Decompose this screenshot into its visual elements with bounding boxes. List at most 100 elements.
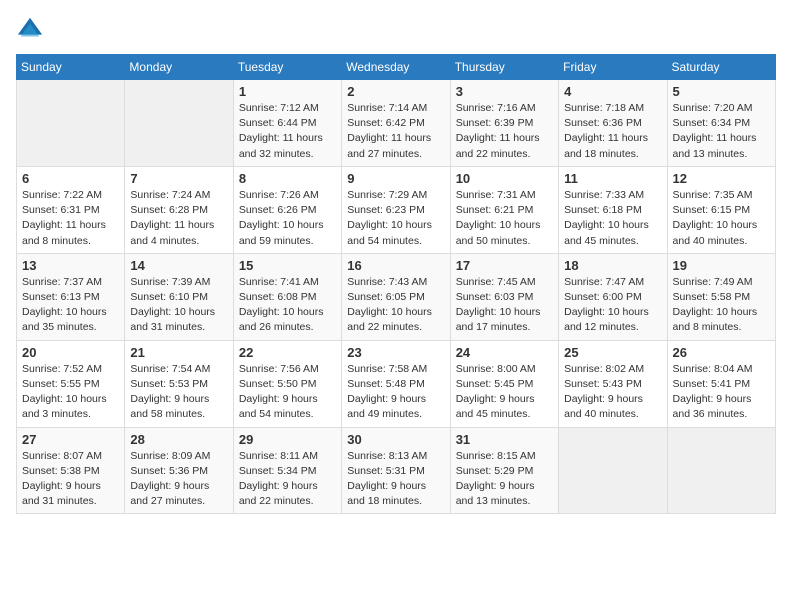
calendar-cell: 11 Sunrise: 7:33 AMSunset: 6:18 PMDaylig… xyxy=(559,166,667,253)
day-info: Sunrise: 7:52 AMSunset: 5:55 PMDaylight:… xyxy=(22,362,119,423)
day-number: 24 xyxy=(456,345,553,360)
header-saturday: Saturday xyxy=(667,55,775,80)
calendar-cell: 30 Sunrise: 8:13 AMSunset: 5:31 PMDaylig… xyxy=(342,427,450,514)
day-info: Sunrise: 7:24 AMSunset: 6:28 PMDaylight:… xyxy=(130,188,227,249)
header-tuesday: Tuesday xyxy=(233,55,341,80)
header-monday: Monday xyxy=(125,55,233,80)
day-info: Sunrise: 8:13 AMSunset: 5:31 PMDaylight:… xyxy=(347,449,444,510)
day-number: 31 xyxy=(456,432,553,447)
day-number: 3 xyxy=(456,84,553,99)
day-number: 5 xyxy=(673,84,770,99)
logo-icon xyxy=(16,16,44,44)
calendar-cell: 16 Sunrise: 7:43 AMSunset: 6:05 PMDaylig… xyxy=(342,253,450,340)
calendar-cell: 19 Sunrise: 7:49 AMSunset: 5:58 PMDaylig… xyxy=(667,253,775,340)
day-number: 17 xyxy=(456,258,553,273)
calendar-cell: 2 Sunrise: 7:14 AMSunset: 6:42 PMDayligh… xyxy=(342,80,450,167)
day-info: Sunrise: 7:39 AMSunset: 6:10 PMDaylight:… xyxy=(130,275,227,336)
day-number: 14 xyxy=(130,258,227,273)
calendar-cell: 22 Sunrise: 7:56 AMSunset: 5:50 PMDaylig… xyxy=(233,340,341,427)
calendar-cell: 21 Sunrise: 7:54 AMSunset: 5:53 PMDaylig… xyxy=(125,340,233,427)
calendar-cell: 7 Sunrise: 7:24 AMSunset: 6:28 PMDayligh… xyxy=(125,166,233,253)
day-info: Sunrise: 7:31 AMSunset: 6:21 PMDaylight:… xyxy=(456,188,553,249)
calendar-cell: 8 Sunrise: 7:26 AMSunset: 6:26 PMDayligh… xyxy=(233,166,341,253)
calendar-cell: 24 Sunrise: 8:00 AMSunset: 5:45 PMDaylig… xyxy=(450,340,558,427)
header-sunday: Sunday xyxy=(17,55,125,80)
calendar-cell: 27 Sunrise: 8:07 AMSunset: 5:38 PMDaylig… xyxy=(17,427,125,514)
calendar-cell: 9 Sunrise: 7:29 AMSunset: 6:23 PMDayligh… xyxy=(342,166,450,253)
day-info: Sunrise: 7:56 AMSunset: 5:50 PMDaylight:… xyxy=(239,362,336,423)
calendar-cell: 25 Sunrise: 8:02 AMSunset: 5:43 PMDaylig… xyxy=(559,340,667,427)
day-number: 6 xyxy=(22,171,119,186)
day-info: Sunrise: 8:02 AMSunset: 5:43 PMDaylight:… xyxy=(564,362,661,423)
header-wednesday: Wednesday xyxy=(342,55,450,80)
day-number: 9 xyxy=(347,171,444,186)
header-friday: Friday xyxy=(559,55,667,80)
calendar-cell: 12 Sunrise: 7:35 AMSunset: 6:15 PMDaylig… xyxy=(667,166,775,253)
calendar-cell: 10 Sunrise: 7:31 AMSunset: 6:21 PMDaylig… xyxy=(450,166,558,253)
day-number: 18 xyxy=(564,258,661,273)
day-number: 1 xyxy=(239,84,336,99)
week-row-4: 20 Sunrise: 7:52 AMSunset: 5:55 PMDaylig… xyxy=(17,340,776,427)
calendar-cell: 5 Sunrise: 7:20 AMSunset: 6:34 PMDayligh… xyxy=(667,80,775,167)
day-info: Sunrise: 7:12 AMSunset: 6:44 PMDaylight:… xyxy=(239,101,336,162)
day-number: 23 xyxy=(347,345,444,360)
calendar-cell: 3 Sunrise: 7:16 AMSunset: 6:39 PMDayligh… xyxy=(450,80,558,167)
day-info: Sunrise: 8:11 AMSunset: 5:34 PMDaylight:… xyxy=(239,449,336,510)
day-info: Sunrise: 7:35 AMSunset: 6:15 PMDaylight:… xyxy=(673,188,770,249)
day-number: 27 xyxy=(22,432,119,447)
day-number: 19 xyxy=(673,258,770,273)
calendar-cell xyxy=(667,427,775,514)
day-info: Sunrise: 8:00 AMSunset: 5:45 PMDaylight:… xyxy=(456,362,553,423)
day-info: Sunrise: 7:47 AMSunset: 6:00 PMDaylight:… xyxy=(564,275,661,336)
day-info: Sunrise: 7:41 AMSunset: 6:08 PMDaylight:… xyxy=(239,275,336,336)
calendar-cell xyxy=(17,80,125,167)
day-info: Sunrise: 7:37 AMSunset: 6:13 PMDaylight:… xyxy=(22,275,119,336)
day-info: Sunrise: 7:18 AMSunset: 6:36 PMDaylight:… xyxy=(564,101,661,162)
calendar-cell: 20 Sunrise: 7:52 AMSunset: 5:55 PMDaylig… xyxy=(17,340,125,427)
day-number: 30 xyxy=(347,432,444,447)
calendar-cell: 17 Sunrise: 7:45 AMSunset: 6:03 PMDaylig… xyxy=(450,253,558,340)
calendar-cell: 18 Sunrise: 7:47 AMSunset: 6:00 PMDaylig… xyxy=(559,253,667,340)
day-info: Sunrise: 8:15 AMSunset: 5:29 PMDaylight:… xyxy=(456,449,553,510)
day-info: Sunrise: 7:49 AMSunset: 5:58 PMDaylight:… xyxy=(673,275,770,336)
calendar-cell: 4 Sunrise: 7:18 AMSunset: 6:36 PMDayligh… xyxy=(559,80,667,167)
day-info: Sunrise: 7:45 AMSunset: 6:03 PMDaylight:… xyxy=(456,275,553,336)
calendar-cell: 6 Sunrise: 7:22 AMSunset: 6:31 PMDayligh… xyxy=(17,166,125,253)
calendar-cell xyxy=(559,427,667,514)
page-header xyxy=(16,16,776,44)
day-number: 4 xyxy=(564,84,661,99)
day-number: 28 xyxy=(130,432,227,447)
day-info: Sunrise: 7:54 AMSunset: 5:53 PMDaylight:… xyxy=(130,362,227,423)
day-number: 10 xyxy=(456,171,553,186)
calendar-cell: 28 Sunrise: 8:09 AMSunset: 5:36 PMDaylig… xyxy=(125,427,233,514)
day-info: Sunrise: 7:43 AMSunset: 6:05 PMDaylight:… xyxy=(347,275,444,336)
calendar-cell: 29 Sunrise: 8:11 AMSunset: 5:34 PMDaylig… xyxy=(233,427,341,514)
day-info: Sunrise: 7:33 AMSunset: 6:18 PMDaylight:… xyxy=(564,188,661,249)
day-number: 25 xyxy=(564,345,661,360)
day-number: 13 xyxy=(22,258,119,273)
day-info: Sunrise: 7:16 AMSunset: 6:39 PMDaylight:… xyxy=(456,101,553,162)
day-number: 8 xyxy=(239,171,336,186)
day-number: 29 xyxy=(239,432,336,447)
day-info: Sunrise: 8:07 AMSunset: 5:38 PMDaylight:… xyxy=(22,449,119,510)
day-info: Sunrise: 8:04 AMSunset: 5:41 PMDaylight:… xyxy=(673,362,770,423)
calendar-cell: 23 Sunrise: 7:58 AMSunset: 5:48 PMDaylig… xyxy=(342,340,450,427)
day-info: Sunrise: 7:58 AMSunset: 5:48 PMDaylight:… xyxy=(347,362,444,423)
header-row: SundayMondayTuesdayWednesdayThursdayFrid… xyxy=(17,55,776,80)
day-number: 11 xyxy=(564,171,661,186)
calendar-cell: 26 Sunrise: 8:04 AMSunset: 5:41 PMDaylig… xyxy=(667,340,775,427)
day-number: 21 xyxy=(130,345,227,360)
calendar-cell: 1 Sunrise: 7:12 AMSunset: 6:44 PMDayligh… xyxy=(233,80,341,167)
day-info: Sunrise: 7:20 AMSunset: 6:34 PMDaylight:… xyxy=(673,101,770,162)
day-info: Sunrise: 7:26 AMSunset: 6:26 PMDaylight:… xyxy=(239,188,336,249)
week-row-3: 13 Sunrise: 7:37 AMSunset: 6:13 PMDaylig… xyxy=(17,253,776,340)
day-info: Sunrise: 7:22 AMSunset: 6:31 PMDaylight:… xyxy=(22,188,119,249)
day-info: Sunrise: 8:09 AMSunset: 5:36 PMDaylight:… xyxy=(130,449,227,510)
header-thursday: Thursday xyxy=(450,55,558,80)
calendar-cell: 14 Sunrise: 7:39 AMSunset: 6:10 PMDaylig… xyxy=(125,253,233,340)
day-number: 12 xyxy=(673,171,770,186)
day-number: 7 xyxy=(130,171,227,186)
week-row-5: 27 Sunrise: 8:07 AMSunset: 5:38 PMDaylig… xyxy=(17,427,776,514)
day-number: 15 xyxy=(239,258,336,273)
calendar-cell: 13 Sunrise: 7:37 AMSunset: 6:13 PMDaylig… xyxy=(17,253,125,340)
